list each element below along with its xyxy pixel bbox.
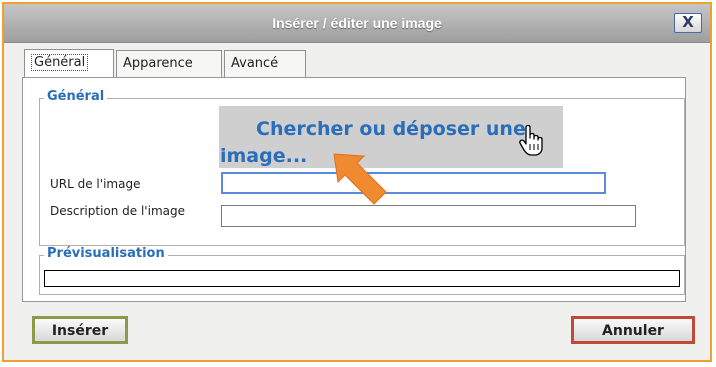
tab-general-label: Général <box>31 54 89 71</box>
dialog-title: Insérer / éditer une image <box>272 15 442 31</box>
preview-fieldset: Prévisualisation <box>39 246 685 295</box>
hand-pointer-cursor-icon <box>519 124 543 156</box>
dialog-titlebar[interactable]: Insérer / éditer une image X <box>4 4 710 43</box>
tab-general[interactable]: Général <box>24 49 114 78</box>
tab-advanced[interactable]: Avancé <box>224 50 306 78</box>
general-legend: Général <box>44 89 108 104</box>
preview-area <box>44 270 680 287</box>
close-icon[interactable]: X <box>674 13 702 33</box>
annotation-arrow-icon <box>333 153 387 205</box>
preview-legend: Prévisualisation <box>44 246 168 261</box>
insert-button[interactable]: Insérer <box>32 316 128 344</box>
url-label: URL de l'image <box>50 177 141 191</box>
url-input[interactable] <box>221 172 606 194</box>
cancel-button[interactable]: Annuler <box>571 316 695 344</box>
description-label: Description de l'image <box>50 204 185 218</box>
tab-appearance[interactable]: Apparence <box>116 50 222 78</box>
description-input[interactable] <box>221 205 636 227</box>
